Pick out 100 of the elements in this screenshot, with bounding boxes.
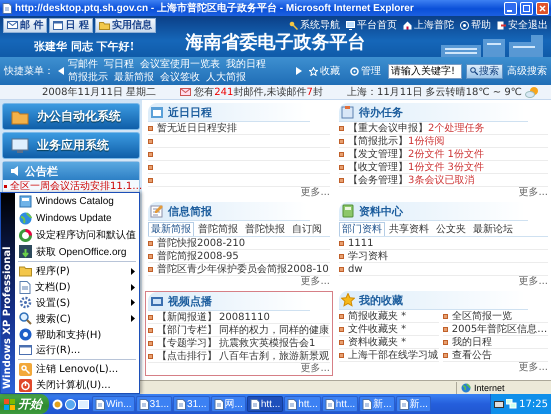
tab[interactable]: 共享资料: [386, 222, 432, 236]
bullet-icon: [148, 340, 153, 346]
item-link[interactable]: 1111: [348, 238, 374, 248]
quick-menu-link[interactable]: 写日程: [104, 58, 134, 70]
nav-link[interactable]: 系统导航: [300, 18, 340, 32]
start-menu-item[interactable]: 注销 Lenovo(L)...: [15, 361, 139, 378]
favorite-link[interactable]: 2005年普陀区信息…: [452, 322, 548, 336]
start-menu-item[interactable]: 运行(R)...: [15, 342, 139, 358]
nav-link[interactable]: 平台首页: [357, 18, 397, 32]
scroll-left-icon: [58, 67, 64, 75]
start-menu-item[interactable]: 帮助和支持(H): [15, 326, 139, 343]
nav-link[interactable]: 上海普陀: [414, 18, 454, 32]
sun-cloud-icon: [524, 86, 539, 98]
advanced-search-link[interactable]: 高级搜索: [507, 64, 547, 78]
start-menu-item[interactable]: 程序(P): [15, 263, 139, 280]
start-menu-item[interactable]: 设定程序访问和默认值: [15, 226, 139, 244]
quick-menu-link[interactable]: 简报批示: [68, 72, 108, 84]
item-link[interactable]: 学习资料: [348, 249, 388, 263]
more-link[interactable]: 更多...: [300, 187, 330, 199]
bullet-icon: [339, 138, 344, 144]
taskbar-button[interactable]: htt...: [322, 396, 358, 412]
favorite-link[interactable]: 上海干部在线学习城: [348, 348, 438, 362]
video-link[interactable]: 抗震救灾英模报告会1: [219, 336, 316, 350]
tab[interactable]: 普陀快报: [242, 222, 288, 236]
task-link[interactable]: 【重大会议申报】2个处理任务: [348, 121, 484, 135]
favorite-link[interactable]: 资料收藏夹 *: [348, 335, 406, 349]
start-menu-item[interactable]: Windows Catalog: [15, 193, 139, 210]
task-link[interactable]: 【简报批示】1份待阅: [348, 134, 444, 148]
tab[interactable]: 最新简报: [148, 222, 194, 236]
toolbar-button[interactable]: 实用信息: [94, 18, 156, 32]
minimize-button[interactable]: [504, 2, 517, 14]
taskbar-button[interactable]: htt...: [246, 396, 284, 412]
tab[interactable]: 自订阅: [289, 222, 325, 236]
taskbar-button[interactable]: 新...: [396, 396, 431, 412]
search-field[interactable]: 请输入关键字!: [388, 64, 462, 78]
favorite-link[interactable]: 全区简报一览: [452, 309, 512, 323]
notice-link[interactable]: 全区一周会议活动安排11.1…: [10, 180, 142, 193]
start-button[interactable]: 开始: [0, 394, 49, 414]
bullet-icon: [148, 266, 153, 272]
quick-menu-link[interactable]: 会议室使用一览表: [140, 58, 220, 70]
close-button[interactable]: [536, 2, 549, 14]
tab[interactable]: 公文夹: [433, 222, 469, 236]
panel-title: 待办任务: [359, 104, 403, 120]
start-menu-item[interactable]: 关闭计算机(U)...: [15, 377, 139, 394]
toolbar-link[interactable]: 管理: [361, 64, 381, 78]
quick-menu-link[interactable]: 我的日程: [226, 58, 266, 70]
start-menu-item[interactable]: 搜索(C): [15, 310, 139, 327]
item-link[interactable]: dw: [348, 264, 363, 274]
taskbar-button[interactable]: 新...: [359, 396, 395, 412]
start-menu-item[interactable]: 设置(S): [15, 295, 139, 311]
nav-link[interactable]: 帮助: [471, 18, 491, 32]
category-label: 【部门专栏】: [157, 324, 217, 337]
item-link[interactable]: 普陀简报2008-95: [157, 249, 239, 263]
tab[interactable]: 普陀简报: [195, 222, 241, 236]
page-icon: [176, 398, 186, 410]
favorite-link[interactable]: 简报收藏夹 *: [348, 309, 406, 323]
taskbar-button[interactable]: htt...: [284, 396, 321, 412]
bullet-icon: [339, 254, 344, 258]
start-menu-item[interactable]: 获取 OpenOffice.org: [15, 243, 139, 260]
video-link[interactable]: 20081110: [219, 312, 270, 322]
taskbar-button[interactable]: 网...: [210, 396, 246, 412]
calendar-icon: [53, 20, 64, 30]
toolbar-button[interactable]: 日 程: [49, 18, 93, 32]
bullet-icon: [339, 326, 344, 332]
bullet-icon: [4, 185, 7, 188]
video-link[interactable]: 八百年古刹，旅游新景观: [219, 349, 329, 363]
quick-menu-link[interactable]: 最新简报: [114, 72, 154, 84]
favorite-link[interactable]: 文件收藏夹 *: [348, 322, 406, 336]
video-link[interactable]: 同样的权力，同样的健康: [219, 323, 329, 337]
system-button[interactable]: 业务应用系统: [2, 132, 140, 159]
schedule-text: 暂无近日日程安排: [157, 122, 237, 135]
taskbar-button[interactable]: 31...: [173, 396, 210, 412]
nav-link[interactable]: 安全退出: [508, 18, 548, 32]
quick-menu-link[interactable]: 会议签收: [160, 72, 200, 84]
tab[interactable]: 最新论坛: [470, 222, 516, 236]
quick-menu-link[interactable]: 写邮件: [68, 58, 98, 70]
favorite-link[interactable]: 我的日程: [452, 335, 492, 349]
more-link[interactable]: 更多...: [518, 187, 548, 199]
maximize-button[interactable]: [520, 2, 533, 14]
category-label: 【点击排行】: [157, 350, 217, 363]
system-button[interactable]: 办公自动化系统: [2, 103, 140, 130]
more-link[interactable]: 更多...: [300, 363, 330, 375]
favorite-link[interactable]: 查看公告: [452, 348, 492, 362]
task-link[interactable]: 【会务管理】3条会议已取消: [348, 173, 474, 187]
toolbar-link[interactable]: 收藏: [320, 64, 340, 78]
start-menu-item[interactable]: 文档(D): [15, 279, 139, 295]
more-link[interactable]: 更多...: [518, 362, 548, 374]
taskbar-button[interactable]: Win...: [92, 396, 135, 412]
task-link[interactable]: 【收文管理】1份文件 3份文件: [348, 160, 484, 174]
task-link[interactable]: 【发文管理】2份文件 1份文件: [348, 147, 484, 161]
tab[interactable]: 部门资料: [339, 222, 385, 236]
quick-menu-link[interactable]: 人大简报: [206, 72, 246, 84]
item-link[interactable]: 普陀区青少年保护委员会简报2008-10: [157, 262, 329, 276]
item-link[interactable]: 普陀快报2008-210: [157, 236, 246, 250]
search-button[interactable]: 搜索: [466, 64, 503, 78]
taskbar-button[interactable]: 31...: [136, 396, 172, 412]
start-menu-item[interactable]: Windows Update: [15, 210, 139, 227]
more-link[interactable]: 更多...: [518, 276, 548, 288]
toolbar-button[interactable]: 邮 件: [3, 18, 48, 32]
more-link[interactable]: 更多...: [300, 276, 330, 288]
